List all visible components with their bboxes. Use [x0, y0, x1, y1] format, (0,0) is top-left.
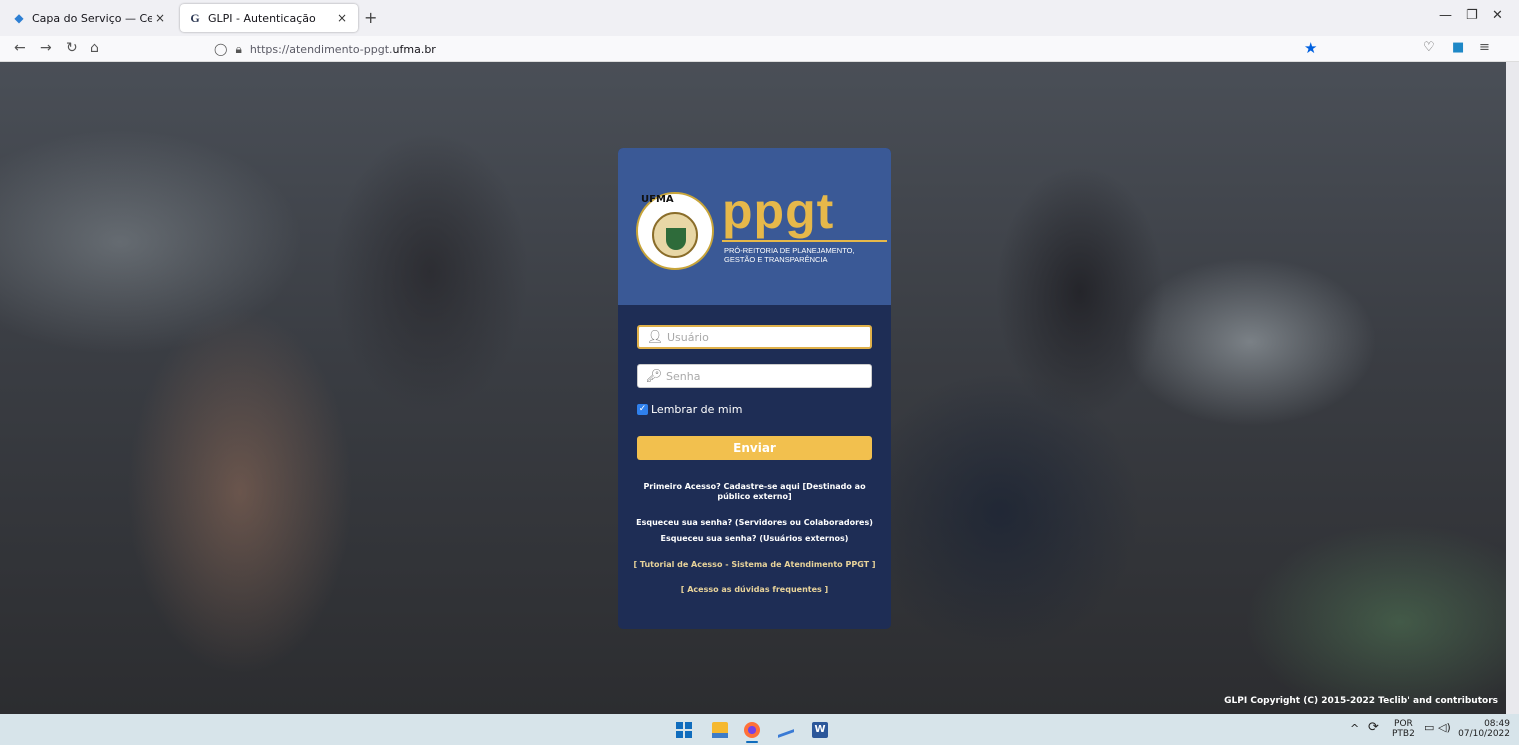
tab-glpi-autenticacao[interactable]: G GLPI - Autenticação × — [180, 4, 358, 32]
username-field[interactable]: 👤︎ — [637, 325, 872, 349]
brand-divider — [722, 240, 887, 242]
glpi-favicon-icon: G — [190, 10, 200, 25]
extension-icon[interactable]: ■ — [1452, 40, 1464, 55]
url-host: ufma.br — [392, 42, 436, 56]
tutorial-link[interactable]: [ Tutorial de Acesso - Sistema de Atendi… — [628, 560, 881, 570]
page-scrollbar[interactable] — [1506, 62, 1519, 714]
card-header: UFMA ppgt PRÓ-REITORIA DE PLANEJAMENTO, … — [618, 148, 891, 305]
password-field[interactable]: 🔑︎ — [637, 364, 872, 388]
remember-me[interactable]: ✓ Lembrar de mim — [637, 403, 742, 416]
forgot-password-staff-link[interactable]: Esqueceu sua senha? (Servidores ou Colab… — [628, 518, 881, 528]
login-page-background: UFMA ppgt PRÓ-REITORIA DE PLANEJAMENTO, … — [0, 62, 1506, 714]
first-access-link[interactable]: Primeiro Acesso? Cadastre-se aqui [Desti… — [628, 482, 881, 503]
tab-close-icon[interactable]: × — [152, 11, 168, 25]
windows-start-icon[interactable] — [676, 722, 692, 738]
remember-checkbox[interactable]: ✓ — [637, 404, 648, 415]
back-icon[interactable]: ← — [14, 40, 26, 56]
minimize-icon[interactable]: — — [1439, 8, 1452, 23]
ppgt-brand: ppgt — [722, 183, 835, 239]
active-app-indicator — [746, 741, 758, 743]
forward-icon[interactable]: → — [40, 40, 52, 56]
brand-subtitle: PRÓ-REITORIA DE PLANEJAMENTO, GESTÃO E T… — [724, 246, 855, 264]
restore-icon[interactable]: ❐ — [1466, 8, 1478, 23]
firefox-icon[interactable] — [744, 722, 760, 738]
home-icon[interactable]: ⌂ — [90, 40, 99, 56]
tab-title: GLPI - Autenticação — [208, 11, 316, 25]
submit-button[interactable]: Enviar — [637, 436, 872, 460]
user-icon: 👤︎ — [646, 329, 664, 345]
reload-icon[interactable]: ↻ — [66, 40, 78, 56]
input-language[interactable]: POR PTB2 — [1392, 719, 1415, 740]
network-icon[interactable]: ⟳ — [1368, 720, 1379, 735]
browser-nav-bar: ← → ↻ ⌂ ◯ 🔒︎ https://atendimento-ppgt. uf… — [0, 36, 1519, 62]
url-prefix: https://atendimento-ppgt. — [249, 42, 393, 56]
seal-label: UFMA — [641, 194, 674, 205]
clock[interactable]: 08:49 07/10/2022 — [1458, 719, 1510, 740]
tab-close-icon[interactable]: × — [334, 11, 350, 25]
key-icon: 🔑︎ — [645, 368, 663, 384]
word-icon[interactable]: W — [812, 722, 828, 738]
glpi-copyright[interactable]: GLPI Copyright (C) 2015-2022 Teclib' and… — [1224, 696, 1498, 706]
speaker-icon[interactable]: ◁) — [1438, 721, 1451, 734]
address-bar[interactable]: ◯ 🔒︎ https://atendimento-ppgt. ufma.br — [214, 39, 1334, 59]
tab-title: Capa do Serviço — Central de A — [32, 11, 152, 25]
password-input[interactable] — [666, 365, 871, 387]
window-close-icon[interactable]: ✕ — [1492, 8, 1503, 23]
tab-capa-do-servico[interactable]: ◆ Capa do Serviço — Central de A × — [4, 4, 176, 32]
display-icon[interactable]: ▭ — [1424, 721, 1434, 734]
pocket-icon[interactable]: ♡ — [1423, 40, 1435, 55]
windows-taskbar: W ^ ⟳ POR PTB2 ▭ ◁) 08:49 07/10/2022 — [0, 714, 1519, 745]
tracking-shield-icon[interactable]: ◯ — [214, 42, 227, 56]
bookmark-star-icon[interactable]: ★ — [1304, 39, 1317, 57]
login-card: UFMA ppgt PRÓ-REITORIA DE PLANEJAMENTO, … — [618, 148, 891, 629]
browser-tab-bar: ◆ Capa do Serviço — Central de A × G GLP… — [0, 0, 1519, 36]
site-diamond-icon: ◆ — [14, 11, 24, 25]
faq-link[interactable]: [ Acesso as dúvidas frequentes ] — [628, 585, 881, 595]
chevron-up-icon[interactable]: ^ — [1350, 722, 1359, 735]
file-explorer-icon[interactable] — [712, 722, 728, 738]
new-tab-button[interactable]: + — [364, 8, 377, 27]
pen-app-icon[interactable] — [778, 722, 794, 738]
remember-label: Lembrar de mim — [651, 403, 743, 416]
username-input[interactable] — [667, 327, 870, 347]
lock-icon[interactable]: 🔒︎ — [235, 42, 241, 57]
forgot-password-external-link[interactable]: Esqueceu sua senha? (Usuários externos) — [628, 534, 881, 544]
menu-icon[interactable]: ≡ — [1479, 40, 1490, 55]
